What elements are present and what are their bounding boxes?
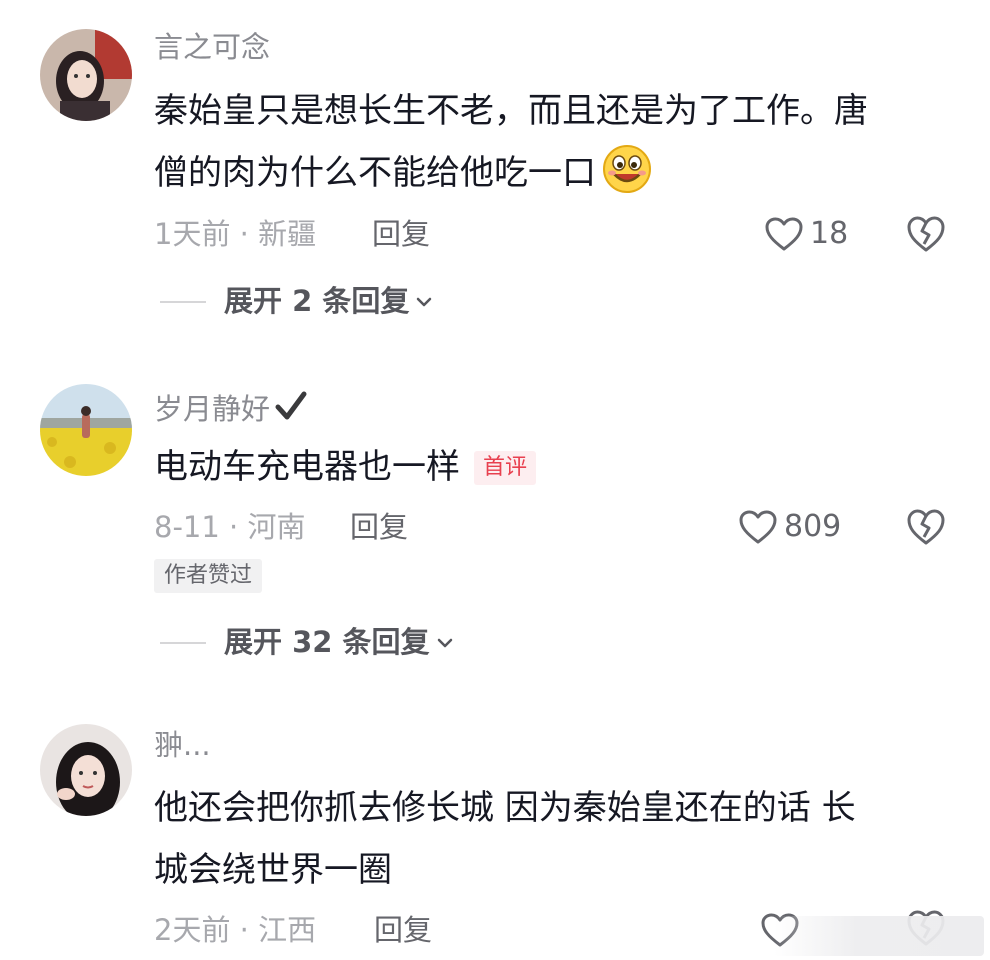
comment-text: 电动车充电器也一样 首评 xyxy=(154,436,954,498)
reply-button[interactable]: 回复 xyxy=(350,513,408,542)
comment-text: 秦始皇只是想长生不老，而且还是为了工作。唐 僧的肉为什么不能给他吃一口 xyxy=(154,80,954,214)
reply-button[interactable]: 回复 xyxy=(372,220,430,249)
like-button[interactable]: 18 xyxy=(764,214,848,254)
like-button[interactable]: 809 xyxy=(738,507,841,547)
broken-heart-icon xyxy=(907,509,945,545)
watermark xyxy=(774,916,984,956)
checkmark-icon xyxy=(274,389,308,428)
like-count: 809 xyxy=(784,509,842,544)
expand-replies-button[interactable]: 展开 32 条回复 xyxy=(160,628,454,657)
comment-meta: 1天前 · 新疆 xyxy=(154,217,317,251)
expand-replies-button[interactable]: 展开 2 条回复 xyxy=(160,287,433,316)
comment-text-line: 秦始皇只是想长生不老，而且还是为了工作。唐 xyxy=(154,91,868,131)
author-liked-badge: 作者赞过 xyxy=(154,559,263,593)
heart-icon xyxy=(765,217,803,251)
chevron-down-icon xyxy=(437,638,452,647)
heart-icon xyxy=(739,510,777,544)
username-text[interactable]: 岁月静好 xyxy=(154,392,270,426)
username[interactable]: 翀... xyxy=(154,731,211,760)
username-text[interactable]: 言之可念 xyxy=(154,30,270,64)
comment-meta: 2天前 · 江西 xyxy=(154,913,317,947)
reply-button[interactable]: 回复 xyxy=(374,916,432,945)
comment-text-line: 电动车充电器也一样 首评 xyxy=(154,436,954,498)
first-comment-badge: 首评 xyxy=(474,451,537,485)
comment-text-line-content: 僧的肉为什么不能给他吃一口 xyxy=(154,153,596,193)
divider xyxy=(160,641,206,644)
like-count: 18 xyxy=(810,216,849,251)
broken-heart-icon xyxy=(907,216,945,252)
divider xyxy=(160,300,206,303)
smile-emoji-icon xyxy=(602,144,652,214)
comment-text-line: 僧的肉为什么不能给他吃一口 xyxy=(154,142,954,214)
username-text[interactable]: 翀... xyxy=(154,728,211,762)
comment-text-line: 城会绕世界一圈 xyxy=(154,850,392,890)
comment-text: 他还会把你抓去修长城 因为秦始皇还在的话 长 城会绕世界一圈 xyxy=(154,777,954,901)
avatar[interactable] xyxy=(40,724,132,816)
comment-meta: 8-11 · 河南 xyxy=(154,510,306,544)
chevron-down-icon xyxy=(417,297,432,306)
expand-replies-label: 展开 2 条回复 xyxy=(224,284,410,318)
avatar[interactable] xyxy=(40,384,132,476)
username[interactable]: 言之可念 xyxy=(154,33,270,62)
dislike-button[interactable] xyxy=(906,507,946,547)
comment-text-line: 他还会把你抓去修长城 因为秦始皇还在的话 长 xyxy=(154,788,856,828)
expand-replies-label: 展开 32 条回复 xyxy=(224,625,430,659)
avatar[interactable] xyxy=(40,29,132,121)
username[interactable]: 岁月静好 xyxy=(154,389,308,428)
dislike-button[interactable] xyxy=(906,214,946,254)
comment-text-line-content: 电动车充电器也一样 xyxy=(154,447,460,487)
